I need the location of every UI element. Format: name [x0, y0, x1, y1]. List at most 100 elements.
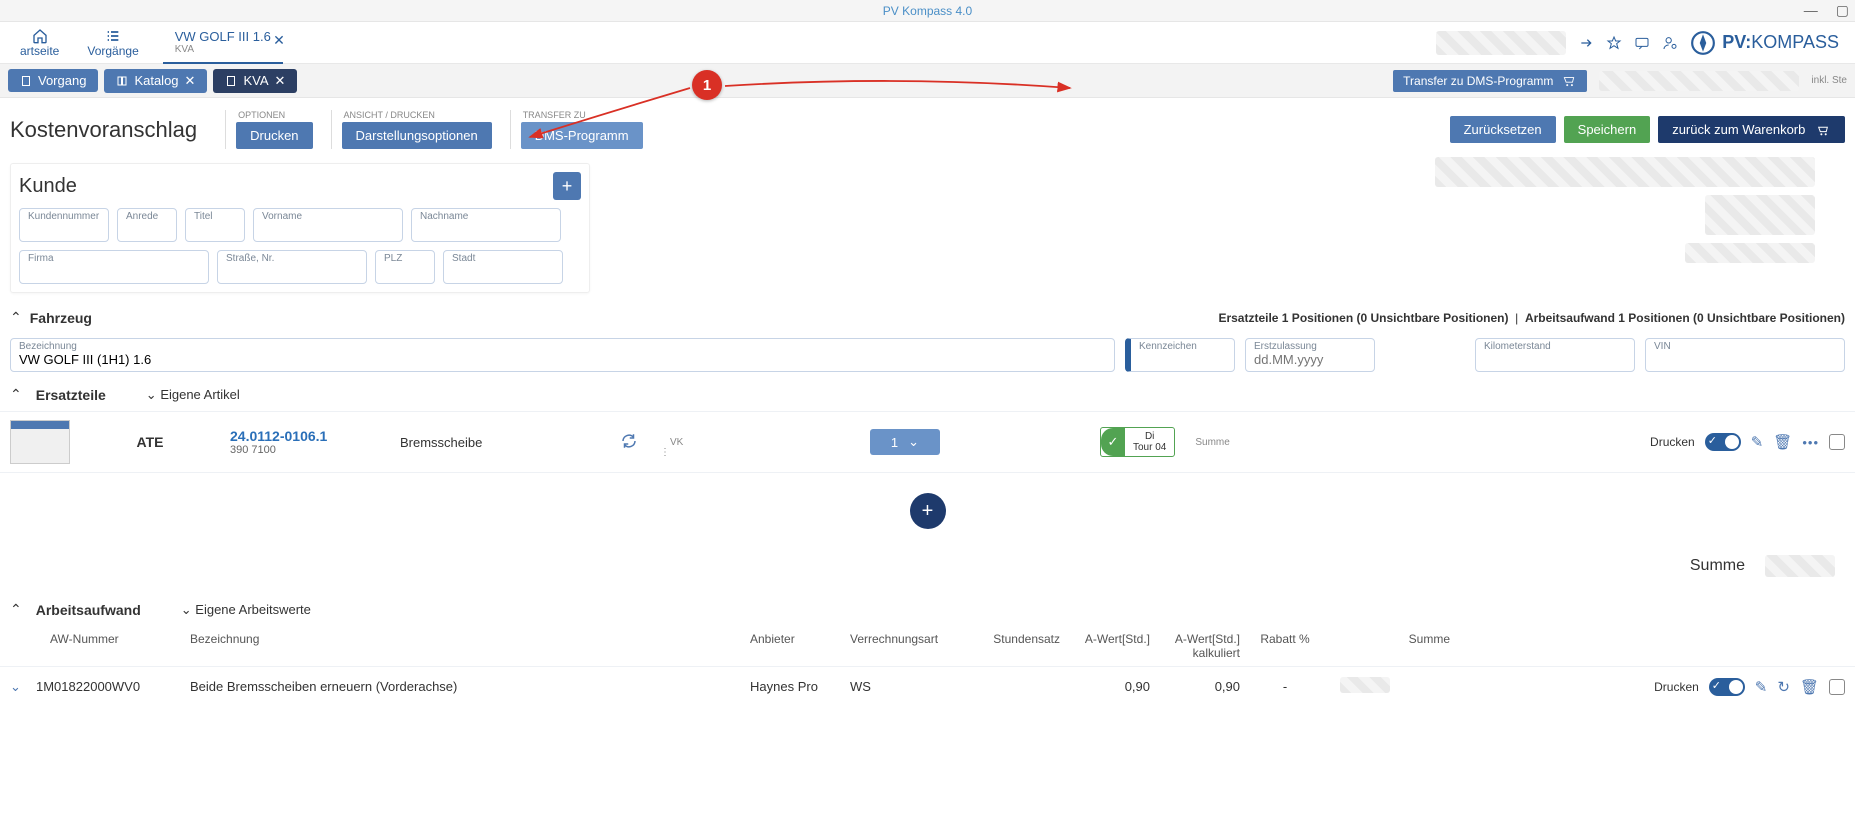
row-print-label: Drucken — [1650, 435, 1695, 449]
eigene-artikel-toggle[interactable]: ⌄ Eigene Artikel — [146, 387, 240, 403]
eigene-arbeitswerte-toggle[interactable]: ⌄ Eigene Arbeitswerte — [181, 602, 311, 618]
field-stadt[interactable]: Stadt — [443, 250, 563, 284]
row-print-label: Drucken — [1654, 680, 1699, 694]
book-icon — [116, 75, 128, 87]
arbeit-columns: AW-Nummer Bezeichnung Anbieter Verrechnu… — [0, 626, 1855, 666]
more-vert-icon[interactable]: ⋮ — [660, 447, 670, 458]
context-ribbon: Vorgang Katalog ✕ KVA ✕ Transfer zu DMS-… — [0, 64, 1855, 98]
transfer-dms-button[interactable]: Transfer zu DMS-Programm — [1393, 70, 1587, 92]
row-checkbox[interactable] — [1829, 679, 1845, 695]
tab-close-icon[interactable]: ✕ — [273, 32, 285, 49]
compass-icon — [1690, 30, 1716, 56]
chevron-up-icon[interactable]: ⌃ — [10, 386, 22, 403]
tab-subtitle: KVA — [175, 44, 271, 55]
pill-kva[interactable]: KVA ✕ — [213, 69, 297, 93]
field-bezeichnung[interactable]: Bezeichnung — [10, 338, 1115, 372]
field-erstzulassung[interactable]: Erstzulassung — [1245, 338, 1375, 372]
add-customer-button[interactable]: + — [553, 172, 581, 200]
arbeit-heading: Arbeitsaufwand — [36, 602, 141, 618]
field-plz[interactable]: PLZ — [375, 250, 435, 284]
refresh-icon[interactable]: ↻ — [1777, 678, 1790, 696]
window-titlebar: PV Kompass 4.0 — ▢ — [0, 0, 1855, 22]
dms-button[interactable]: DMS-Programm — [521, 122, 643, 149]
field-strasse[interactable]: Straße, Nr. — [217, 250, 367, 284]
sync-icon[interactable] — [620, 432, 650, 453]
edit-icon[interactable]: ✎ — [1751, 433, 1764, 451]
save-button[interactable]: Speichern — [1564, 116, 1651, 143]
field-titel[interactable]: Titel — [185, 208, 245, 242]
aw-bezeichnung: Beide Bremsscheiben erneuern (Vorderachs… — [190, 679, 750, 694]
sum-label: Summe — [1690, 557, 1745, 575]
delete-icon[interactable]: 🗑 — [1773, 433, 1792, 451]
more-icon[interactable]: ••• — [1802, 435, 1819, 450]
part-brand: ATE — [90, 434, 210, 450]
toolgroup-optionen: OPTIONEN Drucken — [225, 110, 312, 149]
aw-anbieter: Haynes Pro — [750, 679, 850, 694]
star-icon[interactable] — [1606, 35, 1622, 51]
page-toolbar: Kostenvoranschlag OPTIONEN Drucken ANSIC… — [0, 98, 1855, 157]
blurred-region — [1436, 31, 1566, 55]
display-options-button[interactable]: Darstellungsoptionen — [342, 122, 492, 149]
ersatzteile-header: ⌃ Ersatzteile ⌄ Eigene Artikel — [0, 378, 1855, 411]
part-number[interactable]: 24.0112-0106.1 390 7100 — [230, 428, 380, 456]
row-checkbox[interactable] — [1829, 434, 1845, 450]
fahrzeug-header: ⌃ Fahrzeug Ersatzteile 1 Positionen (0 U… — [0, 299, 1855, 332]
nav-vorgaenge-label: Vorgänge — [87, 44, 138, 58]
field-kilometerstand[interactable]: Kilometerstand — [1475, 338, 1635, 372]
aw-wert-kalk: 0,90 — [1150, 679, 1240, 694]
window-title: PV Kompass 4.0 — [883, 4, 972, 18]
print-button[interactable]: Drucken — [236, 122, 312, 149]
arbeit-header: ⌃ Arbeitsaufwand ⌄ Eigene Arbeitswerte — [0, 593, 1855, 626]
chevron-up-icon[interactable]: ⌃ — [10, 601, 22, 618]
chevron-up-icon[interactable]: ⌃ — [10, 309, 22, 326]
pill-katalog[interactable]: Katalog ✕ — [104, 69, 207, 93]
ersatzteile-sum-row: Summe — [0, 549, 1855, 593]
print-toggle[interactable] — [1709, 678, 1745, 696]
part-thumbnail[interactable] — [10, 420, 70, 464]
print-toggle[interactable] — [1705, 433, 1741, 451]
field-anrede[interactable]: Anrede — [117, 208, 177, 242]
blurred-sum — [1340, 677, 1390, 693]
chevron-down-icon: ⌄ — [146, 387, 157, 402]
add-part-button[interactable]: + — [910, 493, 946, 529]
kunde-heading: Kunde — [19, 175, 77, 198]
bezeichnung-input[interactable] — [19, 352, 1106, 369]
chevron-down-icon: ⌄ — [181, 602, 192, 617]
field-nachname[interactable]: Nachname — [411, 208, 561, 242]
field-firma[interactable]: Firma — [19, 250, 209, 284]
aw-nummer: 1M01822000WV0 — [36, 679, 190, 694]
nav-vorgaenge[interactable]: Vorgänge — [73, 26, 152, 60]
maximize-icon[interactable]: ▢ — [1836, 2, 1849, 19]
quantity-dropdown[interactable]: 1 ⌄ — [870, 429, 940, 455]
edit-icon[interactable]: ✎ — [1755, 678, 1768, 696]
row-actions: Drucken ✎ ↻ 🗑 — [1654, 678, 1845, 696]
field-vin[interactable]: VIN — [1645, 338, 1845, 372]
close-icon[interactable]: ✕ — [185, 73, 196, 89]
back-to-cart-button[interactable]: zurück zum Warenkorb — [1658, 116, 1845, 143]
toolgroup-ansicht: ANSICHT / DRUCKEN Darstellungsoptionen — [331, 110, 492, 149]
field-kundennummer[interactable]: Kundennummer — [19, 208, 109, 242]
close-icon[interactable]: ✕ — [275, 73, 286, 89]
delete-icon[interactable]: 🗑 — [1800, 678, 1819, 696]
part-row: ATE 24.0112-0106.1 390 7100 Bremsscheibe… — [0, 411, 1855, 473]
tab-vehicle[interactable]: VW GOLF III 1.6 KVA ✕ — [163, 22, 283, 64]
blurred-sum — [1765, 555, 1835, 577]
chat-icon[interactable] — [1634, 35, 1650, 51]
chevron-down-icon[interactable]: ⌄ — [10, 679, 36, 695]
user-settings-icon[interactable] — [1662, 35, 1678, 51]
transfer-icon[interactable] — [1578, 35, 1594, 51]
doc-icon — [20, 75, 32, 87]
home-icon — [31, 28, 49, 44]
nav-startseite[interactable]: artseite — [6, 26, 73, 60]
blurred-region — [1705, 195, 1815, 235]
fahrzeug-fields: Bezeichnung Kennzeichen Erstzulassung Ki… — [0, 332, 1855, 378]
field-vorname[interactable]: Vorname — [253, 208, 403, 242]
minimize-icon[interactable]: — — [1804, 2, 1818, 19]
pill-vorgang[interactable]: Vorgang — [8, 69, 98, 92]
ersatzteile-heading: Ersatzteile — [36, 387, 106, 403]
field-kennzeichen[interactable]: Kennzeichen — [1125, 338, 1235, 372]
incl-tax-label: inkl. Ste — [1811, 75, 1847, 86]
reset-button[interactable]: Zurücksetzen — [1450, 116, 1556, 143]
check-icon: ✓ — [1101, 428, 1125, 456]
tour-badge[interactable]: ✓ DiTour 04 — [1100, 427, 1175, 457]
